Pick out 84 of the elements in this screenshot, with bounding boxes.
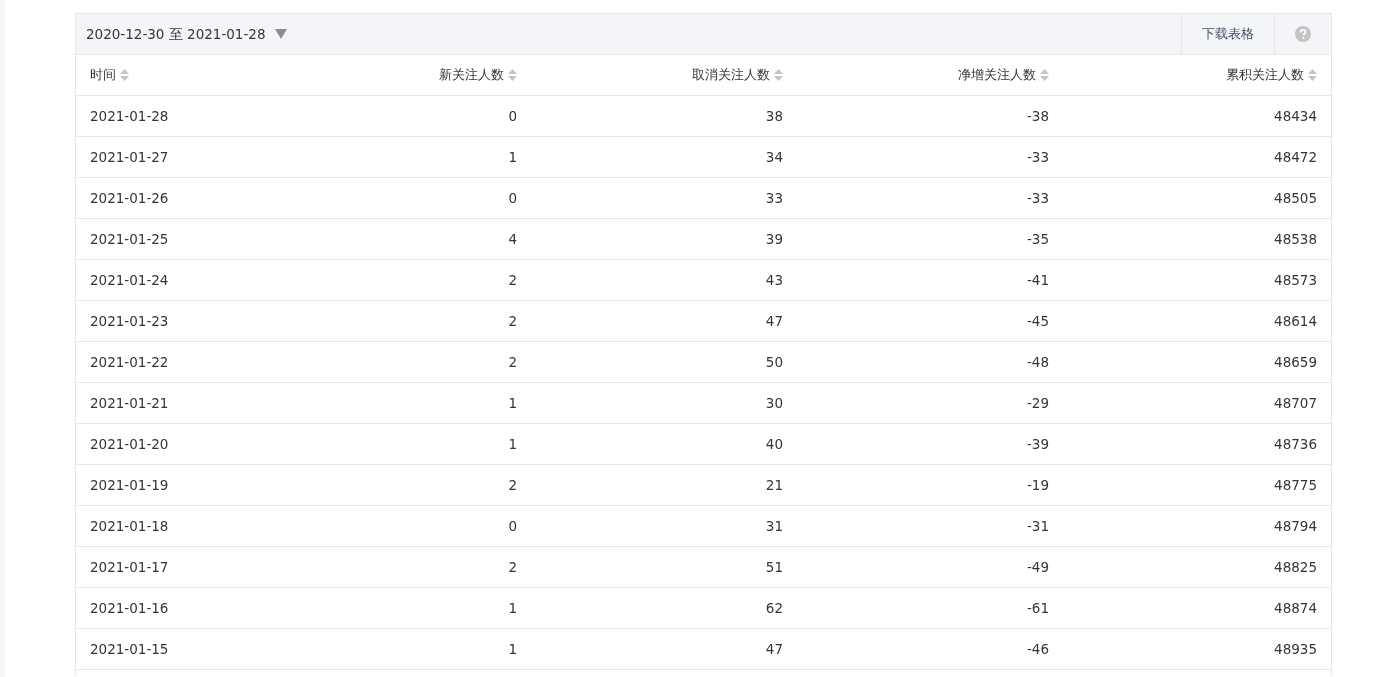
table-cell-text: 48736 [1274,434,1317,454]
table-cell-text: 40 [765,434,783,454]
table-cell-text: 48659 [1274,352,1317,372]
table-cell-text: 1 [508,147,517,167]
table-cell-text: 21 [765,475,783,495]
table-cell-text: 38 [765,106,783,126]
table-cell-text: 2021-01-28 [90,106,169,126]
table-cell-text: -38 [1026,106,1049,126]
table-cell-text: 51 [765,557,783,577]
table-cell-text: 48573 [1274,270,1317,290]
table-cell-text: 2021-01-24 [90,270,169,290]
table-cell-text: 39 [765,229,783,249]
table-cell-text: 2021-01-19 [90,475,169,495]
table-cell-text: 2021-01-25 [90,229,169,249]
sort-icon[interactable] [508,69,517,81]
table-cell-text: -49 [1026,557,1049,577]
table-cell-text: 2 [508,475,517,495]
table-cell-text: 2021-01-16 [90,598,169,618]
table-cell-text: -45 [1026,311,1049,331]
table-cell-text: 48434 [1274,106,1317,126]
table-cell-text: 2 [508,557,517,577]
download-table-button[interactable]: 下载表格 [1181,14,1274,54]
table-cell-text: 62 [765,598,783,618]
table-cell-text: 48794 [1274,516,1317,536]
table-cell-text: 0 [508,516,517,536]
table-cell-text: 48825 [1274,557,1317,577]
table-cell-text: -61 [1026,598,1049,618]
sort-icon[interactable] [1308,69,1317,81]
table-cell-text: 2021-01-23 [90,311,169,331]
table-cell-text: 48707 [1274,393,1317,413]
table-cell-text: -19 [1026,475,1049,495]
date-range-dropdown[interactable]: 2020-12-30 至 2021-01-28 [76,23,287,45]
table-cell-text: 43 [765,270,783,290]
sort-icon[interactable] [120,69,129,81]
column-header[interactable]: 取消关注人数 [692,65,770,85]
table-cell-text: 2 [508,352,517,372]
table-cell-text: 47 [765,639,783,659]
table-cell-text: 2021-01-21 [90,393,169,413]
table-cell-text: 50 [765,352,783,372]
sort-icon[interactable] [1040,69,1049,81]
table-cell-text: -41 [1026,270,1049,290]
table-cell-text: 48538 [1274,229,1317,249]
table-cell-text: 2 [508,270,517,290]
help-icon [1295,26,1311,42]
table-cell-text: 33 [765,188,783,208]
table-cell-text: 30 [765,393,783,413]
table-cell-text: -48 [1026,352,1049,372]
table-cell-text: -35 [1026,229,1049,249]
table-cell-text: 2021-01-22 [90,352,169,372]
table-cell-text: 48874 [1274,598,1317,618]
table-cell-text: 4 [508,229,517,249]
dropdown-caret-icon [274,29,287,39]
table-cell-text: 48472 [1274,147,1317,167]
table-cell-text: 34 [765,147,783,167]
table-cell-text: 48505 [1274,188,1317,208]
table-cell-text: 2021-01-17 [90,557,169,577]
table-cell-text: 2 [508,311,517,331]
table-cell-text: -46 [1026,639,1049,659]
table-cell-text: -33 [1026,147,1049,167]
table-cell-text: 2021-01-18 [90,516,169,536]
table-cell-text: 31 [765,516,783,536]
table-cell-text: 2021-01-27 [90,147,169,167]
table-cell-text: 1 [508,393,517,413]
column-header[interactable]: 净增关注人数 [958,65,1036,85]
table-cell-text: 2021-01-26 [90,188,169,208]
table-cell-text: -29 [1026,393,1049,413]
table-cell-text: -39 [1026,434,1049,454]
table-cell-text: 2021-01-20 [90,434,169,454]
table-cell-text: -33 [1026,188,1049,208]
table-cell-text: -31 [1026,516,1049,536]
table-cell-text: 1 [508,434,517,454]
table-cell-text: 1 [508,639,517,659]
table-cell-text: 48935 [1274,639,1317,659]
sort-icon[interactable] [774,69,783,81]
table-cell-text: 47 [765,311,783,331]
table-cell-text: 48775 [1274,475,1317,495]
column-header[interactable]: 新关注人数 [439,65,504,85]
column-header[interactable]: 时间 [90,65,116,85]
table-cell-text: 1 [508,598,517,618]
table-cell-text: 48614 [1274,311,1317,331]
table-cell-text: 2021-01-15 [90,639,169,659]
table-cell-text: 0 [508,106,517,126]
column-header[interactable]: 累积关注人数 [1226,65,1304,85]
table-cell-text: 0 [508,188,517,208]
